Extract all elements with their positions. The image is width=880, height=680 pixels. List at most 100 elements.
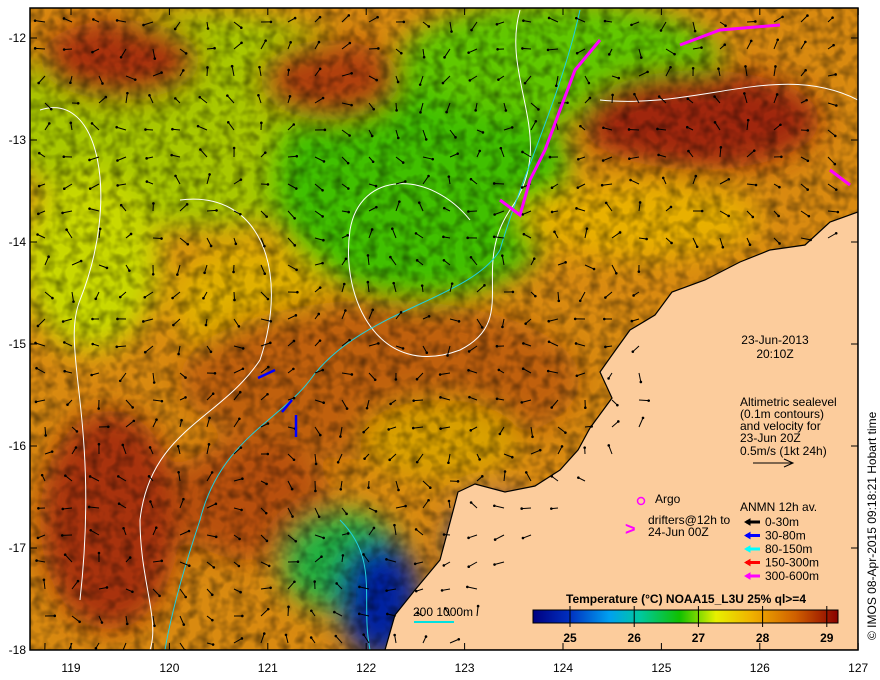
arrow-head bbox=[366, 280, 370, 284]
arrow-head bbox=[344, 257, 348, 261]
arrow-head bbox=[467, 51, 470, 54]
arrow-head bbox=[521, 367, 525, 371]
arrow-head bbox=[240, 508, 243, 512]
arrow-head bbox=[404, 504, 407, 508]
arrow-head bbox=[657, 153, 660, 157]
arrow-head bbox=[158, 594, 161, 598]
arrow-head bbox=[778, 185, 781, 189]
arrow-head bbox=[208, 173, 211, 176]
arrow-head bbox=[495, 344, 499, 348]
arrow-head bbox=[90, 122, 94, 125]
arrow-head bbox=[314, 489, 317, 493]
arrow-head bbox=[575, 207, 578, 210]
arrow-head bbox=[76, 579, 80, 583]
arrow-head bbox=[62, 187, 66, 191]
arrow-head bbox=[78, 620, 81, 624]
arrow-head bbox=[97, 407, 100, 410]
arrow-head bbox=[467, 350, 471, 353]
arrow-head bbox=[834, 231, 838, 235]
arrow-head bbox=[314, 462, 318, 466]
arrow-head bbox=[266, 422, 270, 425]
arrow-head bbox=[293, 16, 297, 20]
arrow-head bbox=[669, 205, 673, 209]
arrow-head bbox=[617, 420, 620, 423]
arrow-head bbox=[831, 16, 834, 19]
arrow-head bbox=[345, 512, 348, 516]
arrow-head bbox=[92, 18, 95, 21]
arrow-head bbox=[537, 108, 540, 111]
arrow-head bbox=[98, 227, 102, 231]
arrow-head bbox=[362, 633, 365, 636]
arrow-head bbox=[398, 200, 401, 203]
arrow-head bbox=[292, 396, 296, 400]
arrow-head bbox=[263, 151, 267, 154]
arrow-head bbox=[347, 187, 350, 190]
arrow-head bbox=[469, 501, 473, 504]
arrow-head bbox=[100, 621, 104, 624]
arrow-head bbox=[443, 56, 446, 59]
arrow-head bbox=[37, 81, 40, 85]
arrow-head bbox=[160, 71, 163, 74]
arrow-head bbox=[63, 341, 66, 344]
arrow-head bbox=[372, 526, 376, 530]
arrow-head bbox=[238, 417, 241, 421]
arrow-head bbox=[321, 261, 324, 265]
arrow-head bbox=[637, 270, 641, 273]
arrow-head bbox=[187, 564, 191, 568]
arrow-head bbox=[133, 78, 137, 81]
arrow-head bbox=[501, 254, 504, 257]
arrow-head bbox=[177, 470, 180, 474]
arrow-head bbox=[633, 92, 636, 96]
arrow-head bbox=[700, 209, 704, 213]
arrow-head bbox=[520, 401, 524, 404]
anmn-title: ANMN 12h av. bbox=[740, 500, 817, 514]
arrow-head bbox=[607, 444, 611, 447]
colorbar-tick-label: 26 bbox=[628, 631, 642, 645]
arrow-head bbox=[233, 298, 236, 302]
arrow-head bbox=[241, 614, 244, 618]
arrow-head bbox=[724, 24, 727, 28]
arrow-head bbox=[396, 80, 400, 84]
anmn-label: 300-600m bbox=[765, 569, 819, 583]
arrow-head bbox=[618, 231, 622, 234]
arrow-head bbox=[836, 210, 840, 214]
arrow-head bbox=[180, 418, 183, 422]
arrow-head bbox=[63, 553, 67, 557]
arrow-head bbox=[318, 433, 322, 437]
arrow-head bbox=[603, 19, 607, 23]
arrow-head bbox=[317, 312, 321, 316]
arrow-head bbox=[493, 538, 497, 541]
arrow-head bbox=[629, 178, 632, 182]
lon-label: 125 bbox=[651, 661, 671, 675]
arrow-head bbox=[694, 174, 698, 178]
arrow-head bbox=[147, 475, 151, 478]
arrow-head bbox=[335, 582, 338, 585]
arrow-head bbox=[524, 322, 527, 325]
arrow-head bbox=[148, 94, 151, 97]
arrow-head bbox=[362, 430, 365, 434]
arrow-head bbox=[687, 149, 690, 153]
arrow-head bbox=[439, 396, 442, 399]
arrow-head bbox=[374, 184, 378, 188]
arrow-head bbox=[777, 214, 780, 218]
arrow-head bbox=[365, 406, 369, 410]
arrow-head bbox=[75, 430, 79, 433]
arrow-head bbox=[447, 461, 450, 465]
arrow-head bbox=[394, 378, 398, 381]
arrow-head bbox=[49, 107, 53, 111]
arrow-head bbox=[499, 146, 503, 150]
arrow-head bbox=[182, 497, 185, 501]
arrow-head bbox=[36, 536, 40, 540]
arrow-head bbox=[496, 47, 499, 51]
arrow-head bbox=[97, 442, 101, 446]
arrow-head bbox=[524, 471, 528, 474]
arrow-head bbox=[118, 295, 122, 299]
arrow-head bbox=[564, 431, 567, 434]
arrow-head bbox=[616, 403, 619, 407]
arrow-head bbox=[234, 242, 238, 246]
arrow-head bbox=[334, 634, 338, 638]
arrow-head bbox=[206, 66, 209, 69]
arrow-head bbox=[318, 339, 322, 342]
arrow-head bbox=[401, 161, 405, 164]
arrow-head bbox=[550, 507, 553, 510]
